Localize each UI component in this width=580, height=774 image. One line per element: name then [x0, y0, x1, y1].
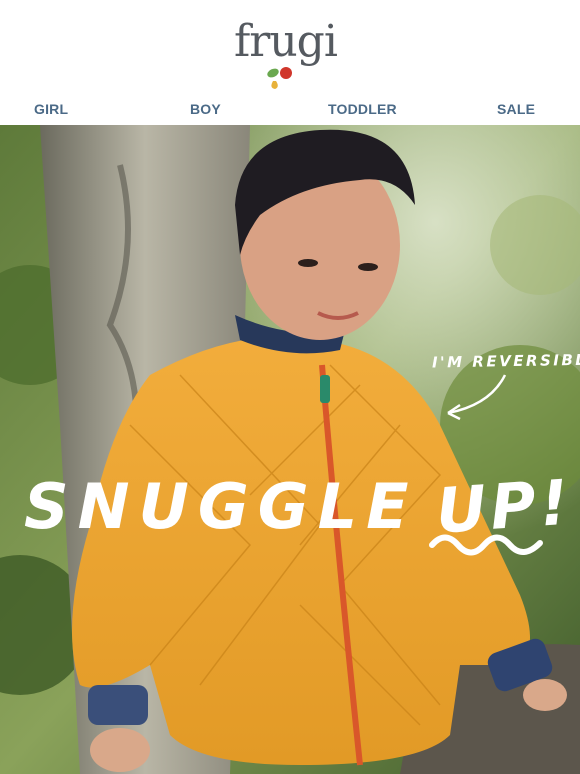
hero-banner[interactable]: [0, 125, 580, 774]
category-nav: GIRL BOY TODDLER SALE: [0, 96, 580, 124]
frugi-logo[interactable]: frugi: [228, 16, 338, 90]
headline-up: UP!: [433, 465, 575, 548]
nav-girl[interactable]: GIRL: [34, 96, 68, 124]
nav-sale[interactable]: SALE: [497, 96, 535, 124]
logo-wordmark: frugi: [234, 16, 338, 67]
headline-snuggle: SNUGGLE: [24, 470, 418, 543]
reversible-annotation: I'M REVERSIBLE: [431, 350, 580, 372]
hero-image: [0, 125, 580, 774]
nav-toddler[interactable]: TODDLER: [328, 96, 397, 124]
email-header: frugi: [0, 0, 580, 92]
nav-boy[interactable]: BOY: [190, 96, 221, 124]
leaves-icon: [267, 67, 292, 89]
